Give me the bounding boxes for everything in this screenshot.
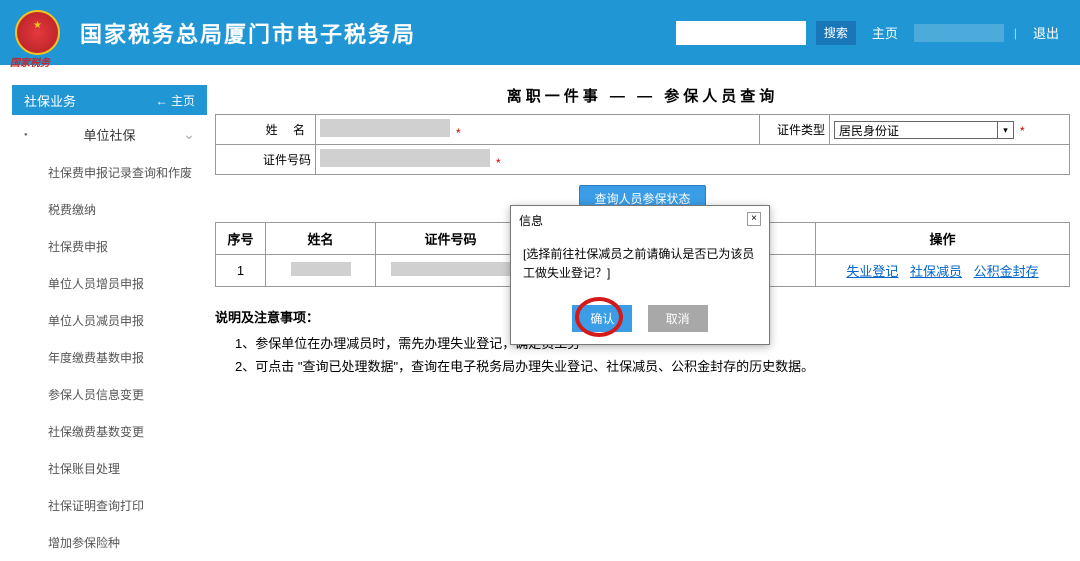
sidebar-item-query-record[interactable]: 社保费申报记录查询和作废 (12, 154, 207, 191)
divider: | (1014, 26, 1017, 40)
sidebar-item-info-change[interactable]: 参保人员信息变更 (12, 376, 207, 413)
sidebar-item-account-handle[interactable]: 社保账目处理 (12, 450, 207, 487)
dialog-titlebar: 信息 × (511, 206, 769, 235)
top-header: ★ 国家税务 国家税务总局厦门市电子税务局 搜索 主页 | 退出 (0, 0, 1080, 65)
sidebar-item-social-declare[interactable]: 社保费申报 (12, 228, 207, 265)
user-box (914, 24, 1004, 42)
dropdown-arrow-icon: ▾ (997, 122, 1013, 138)
search-button[interactable]: 搜索 (816, 21, 856, 45)
dialog-title-text: 信息 (519, 212, 543, 229)
sidebar-item-add-person[interactable]: 单位人员增员申报 (12, 265, 207, 302)
name-input[interactable] (320, 119, 450, 137)
operation-cell: 失业登记 社保减员 公积金封存 (816, 255, 1070, 287)
idno-input[interactable] (320, 149, 490, 167)
confirm-dialog: 信息 × [选择前往社保减员之前请确认是否已为该员工做失业登记？] 确认 取消 (510, 205, 770, 345)
query-form: 姓 名 * 证件类型 居民身份证 ▾ * 证件号码 * (215, 114, 1070, 175)
header-right: 搜索 主页 | 退出 (676, 21, 1065, 45)
page-title: 离职一件事 — — 参保人员查询 (215, 85, 1070, 106)
op-unemployment-reg[interactable]: 失业登记 (846, 264, 898, 279)
sidebar: 社保业务 ← 主页 单位社保 ⌄ 社保费申报记录查询和作废 税费缴纳 社保费申报… (12, 85, 207, 561)
sidebar-parent-unit-social[interactable]: 单位社保 ⌄ (12, 115, 207, 154)
close-icon[interactable]: × (747, 212, 761, 226)
logout-link[interactable]: 退出 (1033, 23, 1059, 42)
emblem-logo: ★ 国家税务 (15, 10, 60, 55)
sidebar-title: 社保业务 (24, 91, 76, 110)
cancel-button[interactable]: 取消 (648, 305, 708, 332)
idtype-select[interactable]: 居民身份证 ▾ (834, 121, 1014, 139)
chevron-down-icon: ⌄ (183, 126, 195, 143)
dialog-footer: 确认 取消 (511, 293, 769, 344)
sidebar-item-cert-print[interactable]: 社保证明查询打印 (12, 487, 207, 524)
sidebar-item-remove-person[interactable]: 单位人员减员申报 (12, 302, 207, 339)
sidebar-item-base-change[interactable]: 社保缴费基数变更 (12, 413, 207, 450)
notes-line-2: 2、可点击 "查询已处理数据"，查询在电子税务局办理失业登记、社保减员、公积金封… (235, 355, 1070, 378)
sidebar-header: 社保业务 ← 主页 (12, 85, 207, 115)
name-label: 姓 名 (216, 115, 316, 145)
dialog-message: [选择前往社保减员之前请确认是否已为该员工做失业登记？] (511, 235, 769, 293)
idno-label: 证件号码 (216, 145, 316, 175)
confirm-button[interactable]: 确认 (572, 305, 632, 332)
idtype-label: 证件类型 (760, 115, 830, 145)
op-social-remove[interactable]: 社保减员 (910, 264, 962, 279)
sidebar-item-annual-base[interactable]: 年度缴费基数申报 (12, 339, 207, 376)
sidebar-item-tax-pay[interactable]: 税费缴纳 (12, 191, 207, 228)
site-title: 国家税务总局厦门市电子税务局 (80, 17, 416, 49)
search-input[interactable] (676, 21, 806, 45)
required-asterisk: * (456, 126, 461, 140)
back-home-link[interactable]: ← 主页 (156, 92, 195, 109)
op-fund-seal[interactable]: 公积金封存 (974, 264, 1039, 279)
home-link[interactable]: 主页 (872, 23, 898, 42)
